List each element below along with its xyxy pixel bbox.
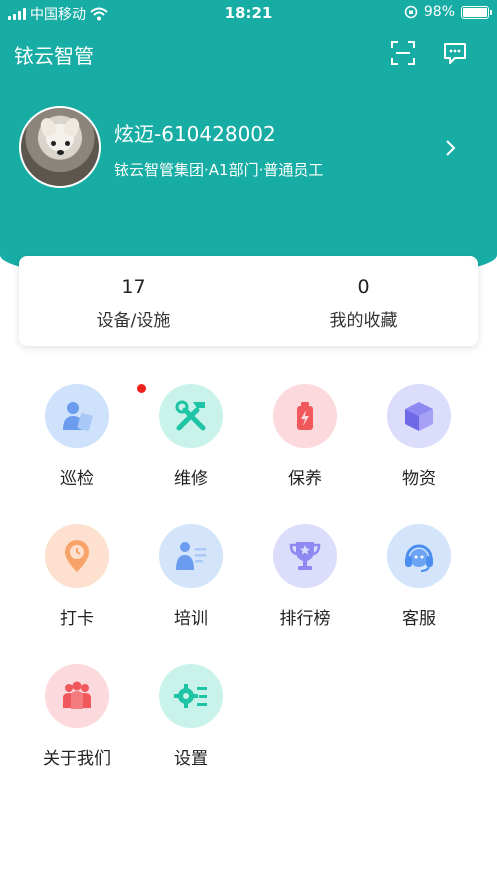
- status-right: 98%: [404, 4, 492, 20]
- profile-card[interactable]: 炫迈-610428002 铱云智管集团·A1部门·普通员工: [0, 106, 497, 192]
- chevron-right-icon[interactable]: [442, 138, 458, 158]
- menu-label: 保养: [288, 469, 322, 489]
- user-org: 铱云智管集团·A1部门·普通员工: [114, 161, 324, 179]
- menu-icon-circle: [45, 524, 109, 588]
- navbar: 铱云智管: [0, 34, 497, 72]
- menu-item-leaderboard[interactable]: 排行榜: [248, 522, 362, 642]
- menu-item-customer-service[interactable]: 客服: [362, 522, 476, 642]
- trophy-icon: [289, 542, 321, 570]
- menu-label: 维修: [174, 469, 208, 489]
- menu-label: 物资: [402, 469, 436, 489]
- stat-label: 我的收藏: [329, 311, 398, 331]
- menu-label: 培训: [174, 609, 208, 629]
- clock-pin-icon: [65, 540, 89, 572]
- battery-fill: [463, 7, 487, 17]
- repair-tools-icon: [175, 400, 206, 431]
- menu-item-checkin[interactable]: 打卡: [20, 522, 134, 642]
- message-icon[interactable]: [442, 40, 468, 66]
- menu-item-training[interactable]: 培训: [134, 522, 248, 642]
- user-name: 炫迈-610428002: [114, 122, 276, 146]
- stat-devices[interactable]: 17 设备/设施: [19, 256, 248, 346]
- team-people-icon: [63, 681, 91, 709]
- headset-icon: [405, 544, 433, 572]
- stat-favorites[interactable]: 0 我的收藏: [249, 256, 478, 346]
- menu-label: 排行榜: [279, 609, 331, 629]
- menu-item-materials[interactable]: 物资: [362, 382, 476, 502]
- battery-maintenance-icon: [297, 402, 313, 430]
- menu-icon-circle: [387, 524, 451, 588]
- scan-icon[interactable]: [390, 40, 416, 66]
- menu-label: 设置: [174, 749, 208, 769]
- menu-item-repair[interactable]: 维修: [134, 382, 248, 502]
- menu-icon-circle: [273, 384, 337, 448]
- inspection-icon: [63, 402, 93, 431]
- status-bar: 中国移动 18:21 98%: [0, 0, 497, 26]
- menu-label: 打卡: [60, 609, 94, 629]
- gear-settings-icon: [174, 684, 207, 708]
- avatar[interactable]: [19, 106, 101, 188]
- orientation-lock-icon: [404, 5, 418, 19]
- menu-item-about-us[interactable]: 关于我们: [20, 662, 134, 782]
- stat-value: 0: [357, 276, 370, 298]
- menu-icon-circle: [45, 384, 109, 448]
- menu-item-settings[interactable]: 设置: [134, 662, 248, 782]
- menu-icon-circle: [159, 664, 223, 728]
- menu-label: 关于我们: [43, 749, 111, 769]
- stat-value: 17: [121, 276, 146, 298]
- menu-icon-circle: [45, 664, 109, 728]
- battery-icon: [461, 5, 492, 19]
- stat-label: 设备/设施: [96, 311, 171, 331]
- menu-icon-circle: [273, 524, 337, 588]
- battery-percent: 98%: [423, 4, 455, 20]
- app-title: 铱云智管: [14, 44, 94, 68]
- stats-card: 17 设备/设施 0 我的收藏: [19, 256, 478, 346]
- menu-icon-circle: [159, 384, 223, 448]
- menu-icon-circle: [387, 384, 451, 448]
- menu-item-maintenance[interactable]: 保养: [248, 382, 362, 502]
- package-box-icon: [405, 402, 433, 431]
- menu-label: 巡检: [60, 469, 94, 489]
- menu-item-inspection[interactable]: 巡检: [20, 382, 146, 502]
- menu-label: 客服: [402, 609, 436, 629]
- menu-icon-circle: [159, 524, 223, 588]
- training-person-icon: [176, 542, 206, 570]
